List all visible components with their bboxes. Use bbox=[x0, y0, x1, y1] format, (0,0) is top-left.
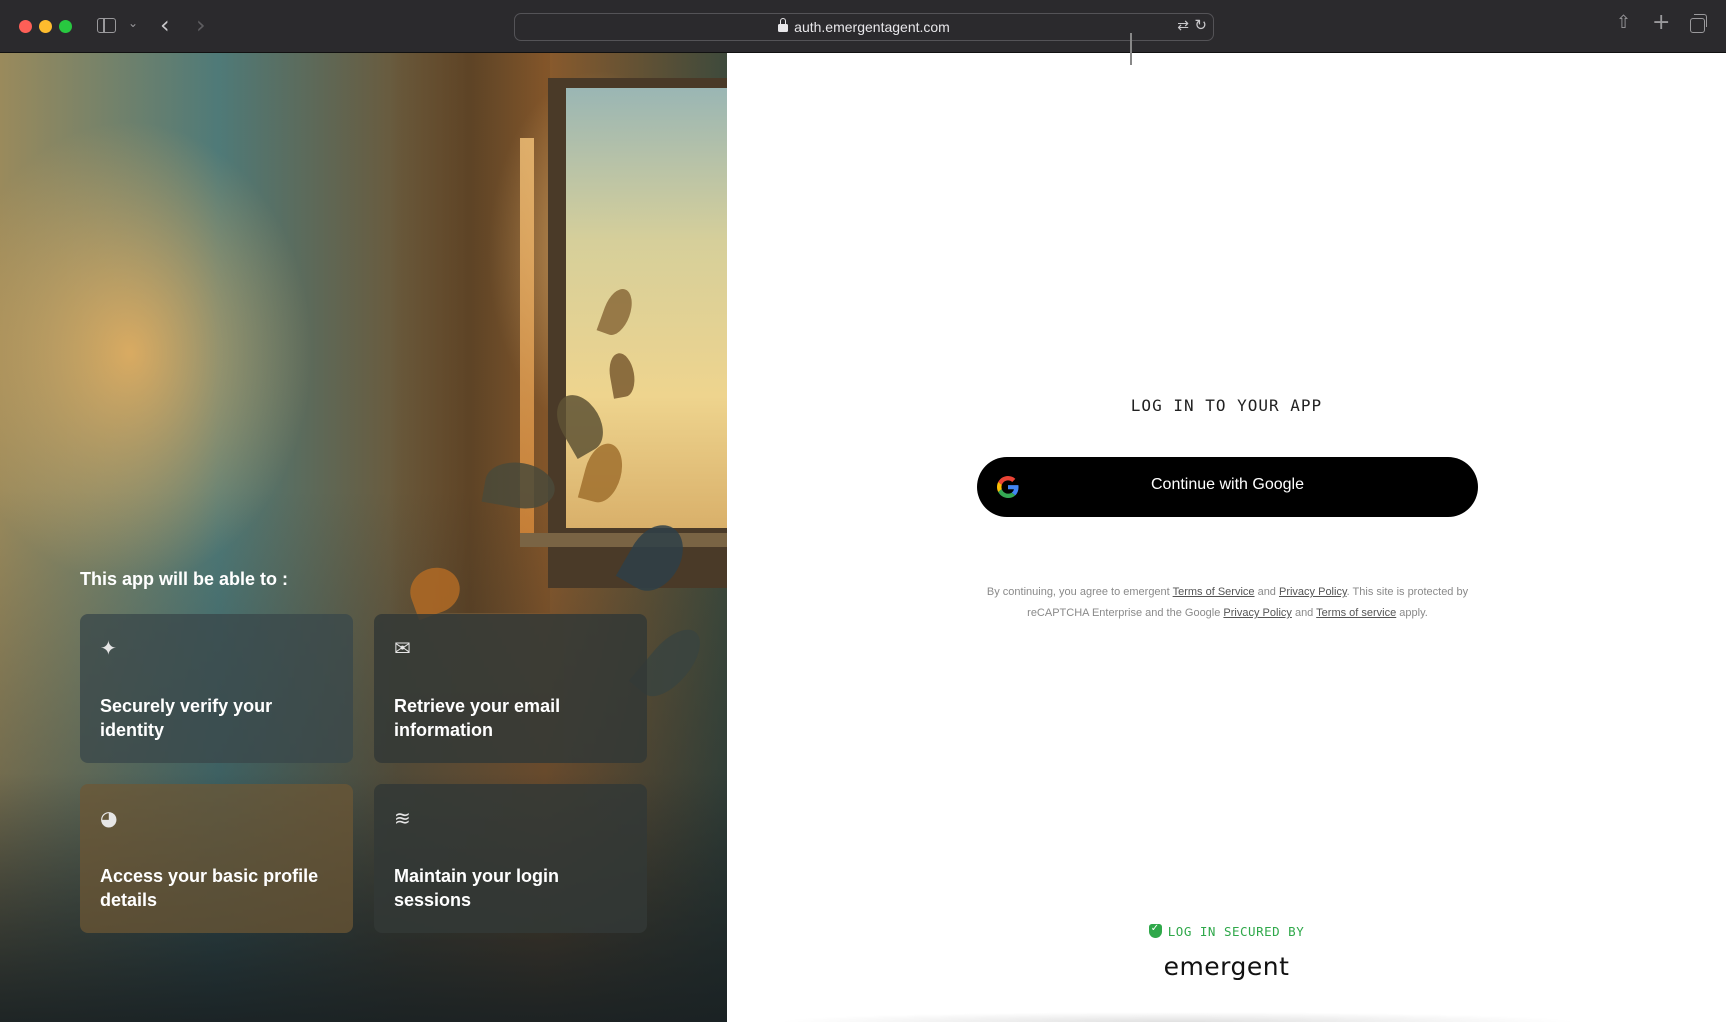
layers-icon: ≋ bbox=[394, 806, 411, 830]
legal-text: and bbox=[1254, 586, 1279, 598]
permission-card: ◕ Access your basic profile details bbox=[80, 784, 353, 933]
permission-label: Maintain your login sessions bbox=[394, 866, 559, 910]
chevron-down-icon[interactable]: ⌄ bbox=[128, 16, 138, 30]
tab-overview-icon[interactable] bbox=[1690, 14, 1707, 33]
legal-notice: By continuing, you agree to emergent Ter… bbox=[977, 582, 1478, 624]
permission-card: ≋ Maintain your login sessions bbox=[374, 784, 647, 933]
permission-label: Access your basic profile details bbox=[100, 866, 319, 910]
window-sill bbox=[520, 533, 727, 547]
reload-icon[interactable]: ↻ bbox=[1194, 16, 1207, 34]
terms-of-service-link[interactable]: Terms of Service bbox=[1173, 586, 1255, 598]
bottom-shadow bbox=[727, 1008, 1726, 1022]
illustration-panel: This app will be able to : ✦ Securely ve… bbox=[0, 53, 727, 1022]
permission-label: Retrieve your email information bbox=[394, 696, 561, 740]
permissions-heading: This app will be able to : bbox=[80, 569, 289, 589]
sidebar-icon[interactable] bbox=[97, 18, 116, 33]
shield-icon bbox=[1148, 923, 1162, 938]
login-title: LOG IN TO YOUR APP bbox=[1130, 396, 1323, 415]
google-button-label: Continue with Google bbox=[1151, 476, 1304, 493]
google-terms-link[interactable]: Terms of service bbox=[1316, 607, 1396, 619]
maximize-window-button[interactable] bbox=[59, 20, 72, 33]
new-tab-icon[interactable]: + bbox=[1652, 10, 1670, 35]
continue-with-google-button[interactable]: Continue with Google bbox=[977, 457, 1478, 517]
privacy-policy-link[interactable]: Privacy Policy bbox=[1279, 586, 1347, 598]
secured-by-text: LOG IN SECURED BY bbox=[1167, 924, 1305, 939]
sparkle-icon: ✦ bbox=[100, 636, 117, 660]
lock-icon bbox=[778, 18, 789, 32]
google-privacy-policy-link[interactable]: Privacy Policy bbox=[1223, 607, 1291, 619]
legal-text: By continuing, you agree to emergent bbox=[986, 586, 1173, 598]
permission-card: ✦ Securely verify your identity bbox=[80, 614, 353, 763]
legal-text: apply. bbox=[1396, 607, 1428, 619]
page-content: This app will be able to : ✦ Securely ve… bbox=[0, 33, 1726, 1022]
legal-text: and bbox=[1291, 607, 1317, 619]
cursor-mark bbox=[1130, 33, 1132, 65]
browser-toolbar: ⌄ ‹ › auth.emergentagent.com ⇄ ↻ ⇧ + bbox=[0, 0, 1726, 53]
browser-window: ⌄ ‹ › auth.emergentagent.com ⇄ ↻ ⇧ + Thi… bbox=[0, 0, 1726, 1022]
minimize-window-button[interactable] bbox=[39, 20, 52, 33]
brand-logo: emergent bbox=[1163, 952, 1290, 981]
login-panel: LOG IN TO YOUR APP Continue with Google … bbox=[727, 33, 1726, 1022]
profile-icon: ◕ bbox=[100, 806, 118, 830]
permission-card: ✉ Retrieve your email information bbox=[374, 614, 647, 763]
email-icon: ✉ bbox=[394, 636, 411, 660]
translate-icon[interactable]: ⇄ bbox=[1177, 17, 1189, 34]
permission-label: Securely verify your identity bbox=[100, 696, 273, 740]
url-display[interactable]: auth.emergentagent.com bbox=[515, 18, 1213, 35]
url-text: auth.emergentagent.com bbox=[794, 19, 950, 35]
address-bar[interactable]: auth.emergentagent.com ⇄ ↻ bbox=[514, 13, 1214, 41]
close-window-button[interactable] bbox=[19, 20, 32, 33]
back-icon[interactable]: ‹ bbox=[160, 11, 170, 39]
secured-by-label: LOG IN SECURED BY bbox=[727, 923, 1726, 939]
share-icon[interactable]: ⇧ bbox=[1616, 12, 1631, 33]
forward-icon[interactable]: › bbox=[196, 11, 206, 39]
